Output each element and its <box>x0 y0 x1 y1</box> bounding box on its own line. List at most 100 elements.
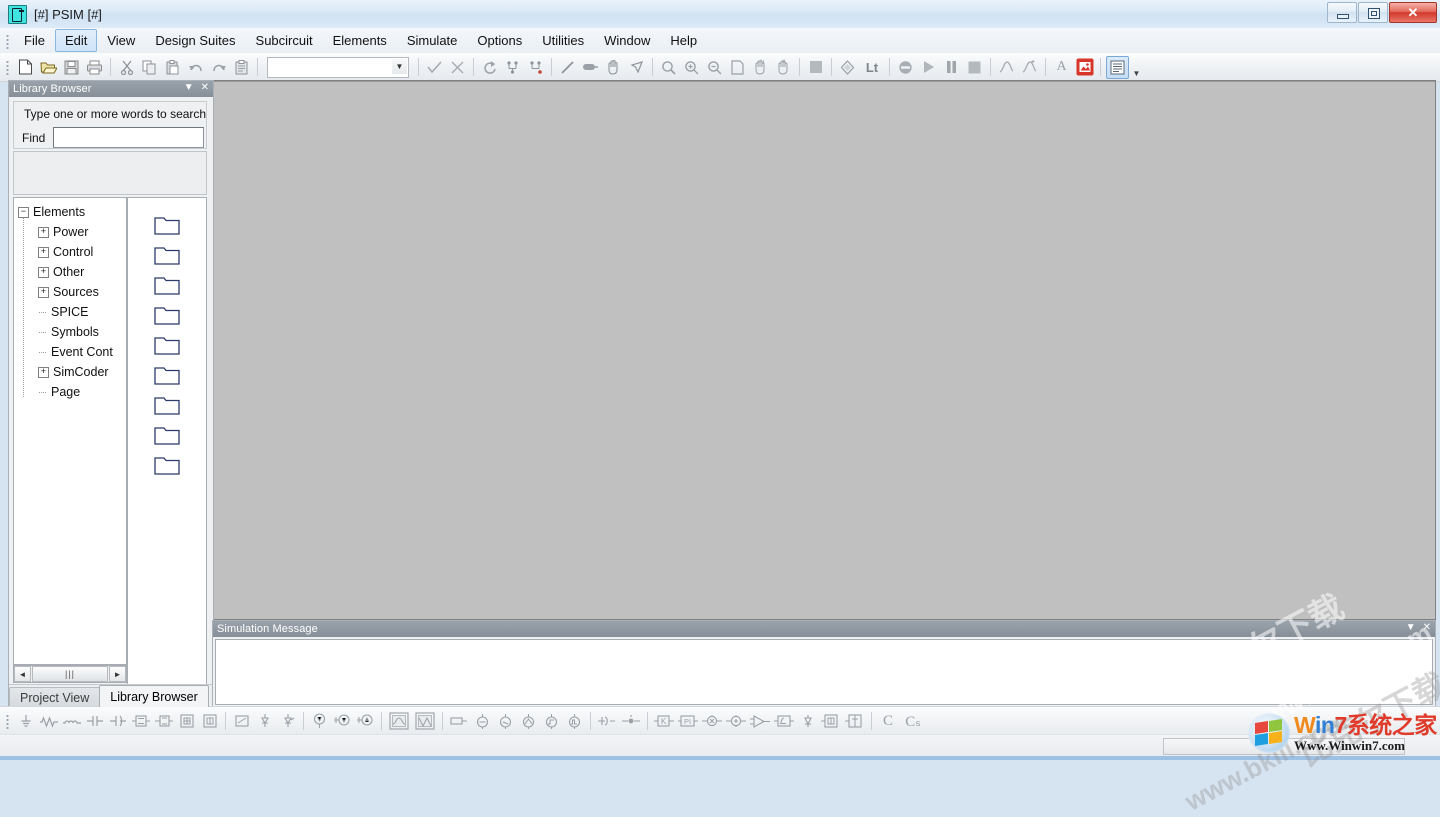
panel-menu-icon[interactable]: ▼ <box>1406 622 1416 634</box>
inductor-icon[interactable] <box>61 711 82 732</box>
scope2-icon[interactable] <box>413 711 437 732</box>
stop-square-icon[interactable] <box>805 57 826 78</box>
waveform-icon[interactable] <box>996 57 1017 78</box>
refresh-arrow-icon[interactable] <box>479 57 500 78</box>
undo-icon[interactable] <box>185 57 206 78</box>
dc-source-icon[interactable] <box>448 711 470 732</box>
capacitor-icon[interactable] <box>84 711 105 732</box>
capacitor-polarized-icon[interactable] <box>107 711 128 732</box>
transfer-block-icon[interactable] <box>820 711 842 732</box>
wire-line-icon[interactable] <box>557 57 578 78</box>
gain-k-icon[interactable]: K <box>653 711 675 732</box>
tree-item-symbols[interactable]: Symbols <box>18 322 126 342</box>
tab-library-browser[interactable]: Library Browser <box>99 685 209 707</box>
sum-block-icon[interactable] <box>701 711 723 732</box>
triangle-source-icon[interactable] <box>518 711 539 732</box>
tree-item-sources[interactable]: + Sources <box>18 282 126 302</box>
zoom-in-icon[interactable] <box>681 57 702 78</box>
transformer-box2-icon[interactable] <box>199 711 220 732</box>
menu-design-suites[interactable]: Design Suites <box>145 29 245 52</box>
zoom-icon[interactable] <box>658 57 679 78</box>
limiter-icon[interactable] <box>797 711 818 732</box>
minimize-button[interactable] <box>1327 2 1357 23</box>
folder-icon[interactable] <box>154 216 180 235</box>
expand-icon[interactable]: + <box>38 286 49 298</box>
folder-icon[interactable] <box>154 246 180 265</box>
copy-icon[interactable] <box>139 57 160 78</box>
scope-icon[interactable] <box>387 711 411 732</box>
tree-item-control[interactable]: + Control <box>18 242 126 262</box>
ac-source-icon[interactable] <box>495 711 516 732</box>
scroll-thumb[interactable]: ||| <box>32 666 108 682</box>
elements-toolbar-grip-handle[interactable] <box>3 713 12 729</box>
menu-file[interactable]: File <box>14 29 55 52</box>
menu-utilities[interactable]: Utilities <box>532 29 594 52</box>
select-arrow-icon[interactable] <box>626 57 647 78</box>
zoom-previous-icon[interactable] <box>773 57 794 78</box>
chevron-down-icon[interactable]: ▼ <box>392 58 407 74</box>
clipboard-icon[interactable] <box>231 57 252 78</box>
ammeter-icon[interactable] <box>355 711 376 732</box>
lt-text-icon[interactable]: Lt <box>860 57 884 78</box>
folder-icon[interactable] <box>154 456 180 475</box>
scroll-left-icon[interactable]: ◄ <box>14 666 31 682</box>
zoom-out-icon[interactable] <box>704 57 725 78</box>
menu-window[interactable]: Window <box>594 29 660 52</box>
menubar-grip-handle[interactable] <box>3 32 12 49</box>
save-disk-icon[interactable] <box>61 57 82 78</box>
comparator-icon[interactable] <box>749 711 771 732</box>
library-tree[interactable]: − Elements + Power + Control + Other + S… <box>13 197 127 665</box>
c-block-icon[interactable]: C <box>877 711 899 732</box>
menu-edit[interactable]: Edit <box>54 29 98 52</box>
menu-options[interactable]: Options <box>467 29 532 52</box>
toolbar-overflow-button[interactable]: ▼ <box>1132 56 1141 78</box>
math-block-icon[interactable] <box>844 711 866 732</box>
menu-simulate[interactable]: Simulate <box>397 29 468 52</box>
folder-icon[interactable] <box>154 306 180 325</box>
diamond-icon[interactable] <box>837 57 858 78</box>
pi-block-icon[interactable]: PI <box>677 711 699 732</box>
hand-pan-icon[interactable] <box>603 57 624 78</box>
menu-help[interactable]: Help <box>660 29 707 52</box>
zoom-region-icon[interactable] <box>750 57 771 78</box>
close-button[interactable]: ✕ <box>1389 2 1437 23</box>
tree-item-event-control[interactable]: Event Cont <box>18 342 126 362</box>
panel-close-icon[interactable]: ✕ <box>1423 622 1431 634</box>
gate-block-icon[interactable] <box>596 711 618 732</box>
waveform-add-icon[interactable] <box>1019 57 1040 78</box>
expand-icon[interactable]: + <box>38 226 49 238</box>
library-tree-hscrollbar[interactable]: ◄ ||| ► <box>13 665 127 683</box>
menu-subcircuit[interactable]: Subcircuit <box>246 29 323 52</box>
tree-item-spice[interactable]: SPICE <box>18 302 126 322</box>
text-a-icon[interactable]: A <box>1051 57 1072 78</box>
folder-icon[interactable] <box>154 276 180 295</box>
toolbar-grip-handle[interactable] <box>3 59 12 75</box>
panel-close-icon[interactable]: ✕ <box>201 82 209 94</box>
folder-icon[interactable] <box>154 336 180 355</box>
cut-scissors-icon[interactable] <box>116 57 137 78</box>
menu-view[interactable]: View <box>97 29 145 52</box>
folder-icon[interactable] <box>154 426 180 445</box>
netlist-run-icon[interactable] <box>525 57 546 78</box>
voltage-probe-icon[interactable] <box>332 711 353 732</box>
label-icon[interactable] <box>580 57 601 78</box>
paste-icon[interactable] <box>162 57 183 78</box>
tab-project-view[interactable]: Project View <box>9 687 101 707</box>
switch-box-icon[interactable] <box>231 711 252 732</box>
open-folder-icon[interactable] <box>38 57 59 78</box>
thyristor-icon[interactable] <box>277 711 298 732</box>
check-icon[interactable] <box>424 57 445 78</box>
library-folder-list[interactable] <box>127 197 207 685</box>
find-input[interactable] <box>53 127 205 148</box>
tree-item-other[interactable]: + Other <box>18 262 126 282</box>
cross-icon[interactable] <box>447 57 468 78</box>
no-entry-icon[interactable] <box>895 57 916 78</box>
toolbar-combo[interactable]: ▼ <box>267 56 409 78</box>
pause-icon[interactable] <box>941 57 962 78</box>
expand-icon[interactable]: + <box>38 366 49 378</box>
sum2-block-icon[interactable] <box>725 711 747 732</box>
integrator-icon[interactable] <box>773 711 795 732</box>
gating-block-icon[interactable] <box>620 711 642 732</box>
tree-item-power[interactable]: + Power <box>18 222 126 242</box>
list-view-icon[interactable] <box>1106 55 1129 79</box>
